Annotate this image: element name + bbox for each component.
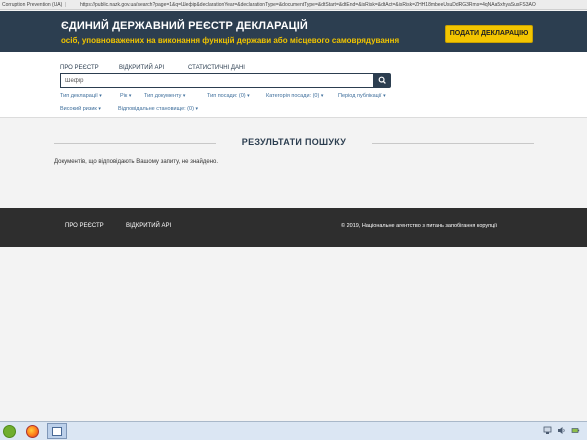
os-taskbar (0, 421, 587, 440)
page: Corruption Prevention (UA) | https://pub… (0, 0, 587, 440)
nav-statistics-link[interactable]: СТАТИСТИЧНІ ДАНІ (188, 65, 245, 71)
search-panel: ПРО РЕЄСТР ВІДКРИТИЙ API СТАТИСТИЧНІ ДАН… (0, 52, 587, 118)
filter-label: Рік (120, 93, 128, 99)
caret-down-icon: ▾ (98, 106, 101, 112)
site-footer: ПРО РЕЄСТР ВІДКРИТИЙ API © 2019, Націона… (0, 208, 587, 247)
volume-icon[interactable] (557, 426, 566, 435)
filter-label: Період публікації (338, 93, 382, 99)
caret-down-icon: ▾ (195, 106, 198, 112)
browser-address-bar[interactable]: Corruption Prevention (UA) | https://pub… (0, 0, 587, 10)
results-section: РЕЗУЛЬТАТИ ПОШУКУ Документів, що відпові… (0, 119, 587, 207)
search-input[interactable] (60, 73, 374, 88)
caret-down-icon: ▾ (99, 93, 102, 99)
no-results-message: Документів, що відповідають Вашому запит… (54, 159, 219, 165)
browser-tab-title[interactable]: Corruption Prevention (UA) (2, 0, 62, 9)
search-button[interactable] (374, 73, 391, 88)
network-icon[interactable] (543, 426, 552, 435)
results-divider-right (372, 143, 534, 144)
filter-responsible-position[interactable]: Відповідальне становище: (0) ▾ (118, 106, 198, 112)
filter-label: Категорія посади: (0) (266, 93, 320, 99)
search-icon (378, 76, 386, 84)
filter-label: Тип посади: (0) (207, 93, 246, 99)
battery-icon[interactable] (571, 426, 580, 435)
caret-down-icon: ▾ (383, 93, 386, 99)
filter-position-category[interactable]: Категорія посади: (0) ▾ (266, 93, 323, 99)
site-title[interactable]: ЄДИНИЙ ДЕРЖАВНИЙ РЕЄСТР ДЕКЛАРАЦІЙ (61, 20, 308, 32)
submit-declaration-button[interactable]: ПОДАТИ ДЕКЛАРАЦІЮ (445, 25, 533, 43)
window-icon (52, 427, 62, 436)
filter-label: Відповідальне становище: (0) (118, 106, 194, 112)
filter-label: Тип документу (144, 93, 182, 99)
filter-year[interactable]: Рік ▾ (120, 93, 131, 99)
filter-document-type[interactable]: Тип документу ▾ (144, 93, 185, 99)
site-subtitle: осіб, уповноважених на виконання функцій… (61, 36, 400, 45)
firefox-icon[interactable] (26, 425, 39, 438)
nav-about-link[interactable]: ПРО РЕЄСТР (60, 65, 99, 71)
filter-position-type[interactable]: Тип посади: (0) ▾ (207, 93, 250, 99)
caret-down-icon: ▾ (182, 93, 186, 99)
footer-about-link[interactable]: ПРО РЕЄСТР (65, 223, 104, 229)
results-divider-left (54, 143, 216, 144)
filter-high-risk[interactable]: Високий ризик ▾ (60, 106, 101, 112)
filter-label: Тип декларації (60, 93, 98, 99)
results-title: РЕЗУЛЬТАТИ ПОШУКУ (241, 137, 347, 147)
address-separator: | (65, 2, 67, 8)
taskbar-window-button[interactable] (47, 423, 67, 439)
footer-open-api-link[interactable]: ВІДКРИТИЙ API (126, 223, 171, 229)
filter-declaration-type[interactable]: Тип декларації ▾ (60, 93, 102, 99)
nav-open-api-link[interactable]: ВІДКРИТИЙ API (119, 65, 164, 71)
site-header: ЄДИНИЙ ДЕРЖАВНИЙ РЕЄСТР ДЕКЛАРАЦІЙ осіб,… (0, 11, 587, 52)
filter-label: Високий ризик (60, 106, 97, 112)
caret-down-icon: ▾ (128, 93, 132, 99)
caret-down-icon: ▾ (320, 93, 324, 99)
start-menu-icon[interactable] (3, 425, 16, 438)
browser-url[interactable]: https://public.nazk.gov.ua/search?page=1… (80, 0, 585, 9)
footer-copyright: © 2019, Національне агентство з питань з… (341, 223, 498, 229)
caret-down-icon: ▾ (247, 93, 250, 99)
filter-publication-period[interactable]: Період публікації ▾ (338, 93, 386, 99)
